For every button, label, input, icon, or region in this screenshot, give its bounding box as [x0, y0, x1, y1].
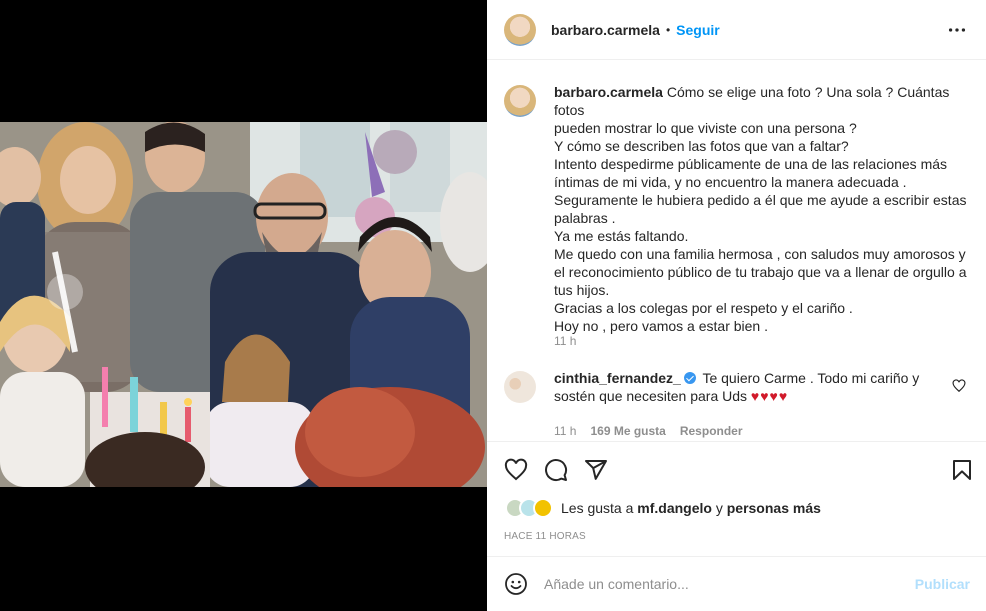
caption-line: pueden mostrar lo que viviste con una pe… — [554, 120, 857, 136]
publish-button[interactable]: Publicar — [915, 576, 970, 592]
caption-line: Gracias a los colegas por el respeto y e… — [554, 300, 853, 316]
caption-line: palabras . — [554, 210, 616, 226]
commenter-username[interactable]: cinthia_fernandez_ — [554, 370, 681, 386]
caption-line: Intento despedirme públicamente de una d… — [554, 156, 948, 172]
photo-illustration — [0, 122, 487, 487]
comments-section[interactable]: barbaro.carmela Cómo se elige una foto ?… — [487, 61, 986, 441]
commenter-avatar[interactable] — [504, 371, 536, 403]
caption-line: Seguramente le hubiera pedido a él que m… — [554, 192, 967, 208]
comment-text: cinthia_fernandez_ Te quiero Carme . Tod… — [554, 369, 954, 405]
reply-button[interactable]: Responder — [680, 424, 743, 438]
comment-body: Te quiero Carme . Todo mi cariño y — [702, 370, 920, 386]
caption-line: Y cómo se describen las fotos que van a … — [554, 138, 849, 154]
add-comment-bar: Publicar — [487, 556, 986, 611]
comment-body-line2: sostén que necesiten para Uds — [554, 388, 748, 404]
likes-text: Les gusta a mf.dangelo y personas más — [561, 500, 821, 516]
comment-icon[interactable] — [544, 458, 568, 482]
caption-line: tus hijos. — [554, 282, 610, 298]
follow-button[interactable]: Seguir — [676, 22, 720, 38]
caption-timestamp[interactable]: 11 h — [554, 334, 576, 348]
header-separator: • — [665, 22, 671, 37]
comment-timestamp[interactable]: 11 h — [554, 424, 576, 438]
author-username[interactable]: barbaro.carmela — [551, 22, 660, 38]
instagram-post-modal: barbaro.carmela • Seguir barbaro.carmela… — [0, 0, 986, 611]
others-likes-link[interactable]: personas más — [727, 500, 821, 516]
post-header: barbaro.carmela • Seguir — [487, 0, 986, 60]
caption-avatar[interactable] — [504, 85, 536, 117]
post-actions: Les gusta a mf.dangelo y personas más HA… — [487, 441, 986, 556]
likes-connector: y — [715, 500, 723, 516]
comment-likes-count[interactable]: 169 Me gusta — [590, 424, 665, 438]
comment-input[interactable] — [544, 576, 904, 592]
heart-emojis: ♥♥♥♥ — [750, 388, 789, 404]
send-icon[interactable] — [584, 458, 608, 482]
comment-meta: 11 h 169 Me gusta Responder — [554, 424, 743, 438]
caption-line: el reconocimiento público de tu trabajo … — [554, 264, 967, 280]
caption-line: íntimas de mi vida, y no encuentro la ma… — [554, 174, 907, 190]
post-side-panel: barbaro.carmela • Seguir barbaro.carmela… — [487, 0, 986, 611]
caption-line: Me quedo con una familia hermosa , con s… — [554, 246, 966, 262]
post-media — [0, 0, 487, 611]
post-timestamp[interactable]: HACE 11 HORAS — [504, 531, 586, 542]
liker-avatar[interactable] — [533, 498, 553, 518]
likes-prefix: Les gusta a — [561, 500, 634, 516]
author-avatar[interactable] — [504, 13, 536, 46]
comment-item: cinthia_fernandez_ Te quiero Carme . Tod… — [504, 369, 974, 405]
caption-username[interactable]: barbaro.carmela — [554, 84, 663, 100]
likes-summary: Les gusta a mf.dangelo y personas más — [505, 498, 821, 518]
emoji-icon[interactable] — [504, 572, 528, 596]
post-caption: barbaro.carmela Cómo se elige una foto ?… — [504, 83, 974, 335]
heart-icon[interactable] — [504, 458, 528, 482]
verified-badge-icon — [683, 372, 696, 384]
caption-line: Ya me estás faltando. — [554, 228, 689, 244]
liker-username[interactable]: mf.dangelo — [637, 500, 712, 516]
caption-line: Hoy no , pero vamos a estar bien . — [554, 318, 768, 334]
bookmark-icon[interactable] — [950, 458, 974, 482]
caption-text: barbaro.carmela Cómo se elige una foto ?… — [554, 83, 974, 335]
more-horizontal-icon[interactable] — [946, 19, 968, 41]
post-photo[interactable] — [0, 122, 487, 487]
comment-like-heart-icon[interactable] — [952, 379, 966, 393]
